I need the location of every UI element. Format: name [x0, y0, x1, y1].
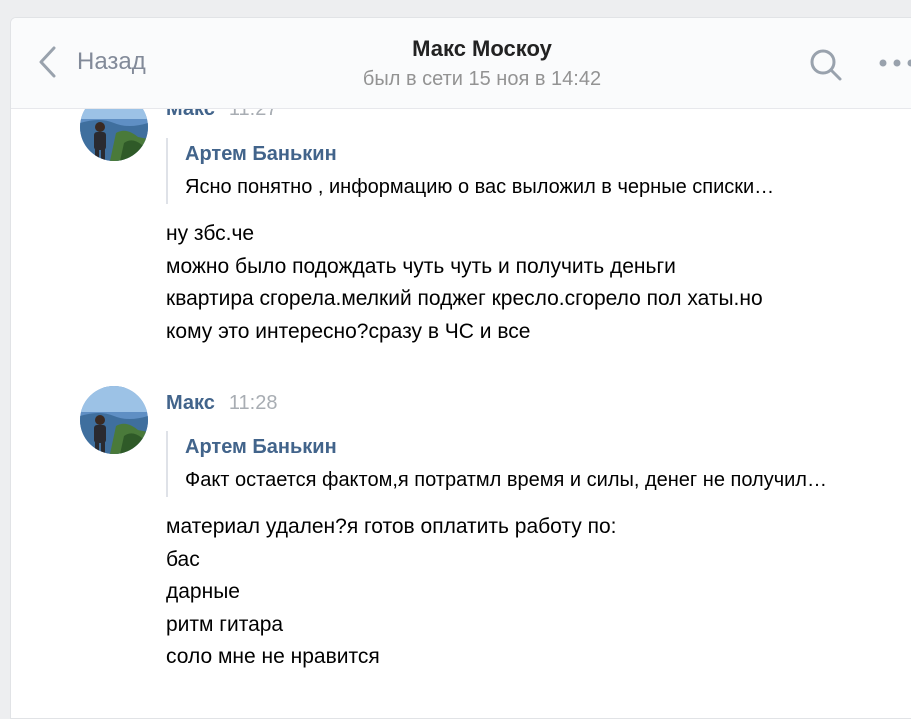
- chat-title-block: Макс Москоу был в сети 15 ноя в 14:42: [11, 36, 911, 91]
- avatar[interactable]: [80, 386, 148, 454]
- message-time: 11:28: [229, 392, 278, 414]
- message-line: соло мне не нравится: [166, 641, 906, 674]
- message-line: дарные: [166, 576, 906, 609]
- chat-window: Макс11:27 Артем Банькин Ясно понятно , и…: [10, 17, 911, 719]
- message-line: ну збс.че: [166, 218, 906, 251]
- quote-text: Ясно понятно , информацию о вас выложил …: [185, 171, 890, 204]
- quote-author[interactable]: Артем Банькин: [185, 431, 890, 464]
- online-status: был в сети 15 ноя в 14:42: [33, 68, 911, 91]
- quote-text: Факт остается фактом,я потратмл время и …: [185, 464, 890, 497]
- more-icon: [877, 57, 911, 69]
- message-line: материал удален?я готов оплатить работу …: [166, 511, 906, 544]
- message-line: квартира сгорела.мелкий поджег кресло.сг…: [166, 283, 906, 316]
- search-icon: [809, 48, 843, 82]
- message-list: Макс11:27 Артем Банькин Ясно понятно , и…: [11, 18, 911, 718]
- message-line: бас: [166, 544, 906, 577]
- forwarded-quote: Артем Банькин Ясно понятно , информацию …: [166, 138, 890, 204]
- message-line: ритм гитара: [166, 609, 906, 642]
- message-text: ну збс.че можно было подождать чуть чуть…: [166, 218, 906, 348]
- message-line: кому это интересно?сразу в ЧС и все: [166, 316, 906, 349]
- message-text: материал удален?я готов оплатить работу …: [166, 511, 906, 674]
- more-button[interactable]: [877, 56, 911, 74]
- chat-header: Назад Макс Москоу был в сети 15 ноя в 14…: [11, 18, 911, 109]
- forwarded-quote: Артем Банькин Факт остается фактом,я пот…: [166, 431, 890, 497]
- message-author[interactable]: Макс: [166, 392, 215, 414]
- message-header: Макс 11:28: [166, 392, 277, 415]
- quote-author[interactable]: Артем Банькин: [185, 138, 890, 171]
- chat-title[interactable]: Макс Москоу: [33, 36, 911, 62]
- search-button[interactable]: [809, 48, 843, 87]
- message-line: можно было подождать чуть чуть и получит…: [166, 251, 906, 284]
